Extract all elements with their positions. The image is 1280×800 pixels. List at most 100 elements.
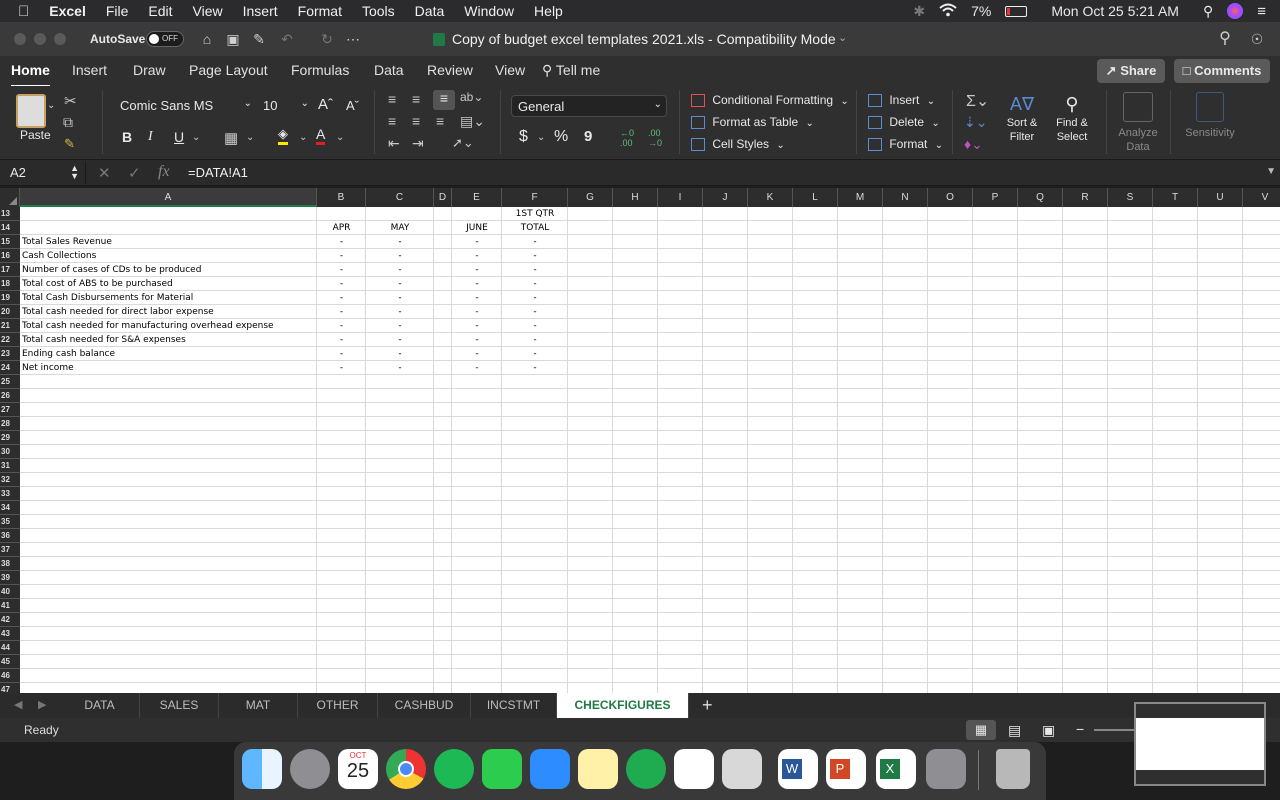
evernote-icon[interactable] — [626, 749, 666, 789]
analyze-data-button[interactable]: Analyze Data — [1114, 92, 1162, 153]
column-header-j[interactable]: J — [703, 188, 748, 207]
word-icon[interactable]: W — [778, 749, 818, 789]
cell-a23[interactable]: Ending cash balance — [22, 347, 315, 361]
paste-label[interactable]: Paste — [20, 128, 51, 142]
paste-icon[interactable] — [16, 94, 46, 128]
search-icon[interactable]: ⚲ — [1216, 30, 1234, 48]
sheet-tab-other[interactable]: OTHER — [298, 693, 378, 718]
cell-e20[interactable]: - — [454, 305, 500, 319]
percent-button[interactable]: % — [554, 128, 568, 146]
trash-icon[interactable] — [996, 749, 1030, 789]
row-header-37[interactable]: 37 — [0, 543, 20, 557]
spreadsheet-grid[interactable]: ABCDEFGHIJKLMNOPQRSTUV 13 14 15 16 17 18 19 20 2… — [0, 188, 1280, 693]
column-header-q[interactable]: Q — [1018, 188, 1063, 207]
siri-icon[interactable] — [1227, 3, 1244, 19]
row-header-34[interactable]: 34 — [0, 501, 20, 515]
cell-c22[interactable]: - — [368, 333, 432, 347]
control-center-icon[interactable]: ≡ — [1257, 3, 1266, 20]
person-search-icon[interactable]: ☉ — [1248, 30, 1266, 48]
menu-help[interactable]: Help — [534, 3, 563, 19]
row-header-44[interactable]: 44 — [0, 641, 20, 655]
cell-f21[interactable]: - — [504, 319, 566, 333]
cell-c15[interactable]: - — [368, 235, 432, 249]
row-header-20[interactable]: 20 — [0, 305, 20, 319]
row-header-28[interactable]: 28 — [0, 417, 20, 431]
save-icon[interactable]: ▣ — [224, 30, 242, 48]
conditional-formatting-button[interactable]: Conditional Formatting ⌄ — [691, 93, 849, 108]
zoom-out-icon[interactable]: − — [1076, 721, 1084, 737]
chevron-down-icon[interactable]: ⌄ — [838, 31, 847, 44]
name-box[interactable]: A2 ▲ ▼ — [0, 162, 86, 184]
tab-page-layout[interactable]: Page Layout — [189, 62, 268, 78]
chevron-down-icon[interactable]: ⌄ — [246, 132, 254, 143]
cell-c23[interactable]: - — [368, 347, 432, 361]
chevron-down-icon[interactable]: ⌄ — [299, 132, 307, 143]
tab-view[interactable]: View — [495, 62, 525, 78]
increase-font-size-icon[interactable]: Aˆ — [318, 96, 333, 113]
align-bottom-icon[interactable]: ≡ — [433, 90, 455, 110]
column-header-b[interactable]: B — [317, 188, 366, 207]
zoom-slider[interactable] — [1094, 729, 1134, 731]
format-cells-button[interactable]: Format ⌄ — [868, 137, 943, 152]
cell-e18[interactable]: - — [454, 277, 500, 291]
cell-f19[interactable]: - — [504, 291, 566, 305]
cell-f13[interactable]: 1ST QTR — [504, 207, 566, 221]
row-header-46[interactable]: 46 — [0, 669, 20, 683]
sheet-tab-checkfigures[interactable]: CHECKFIGURES — [557, 693, 689, 718]
decrease-font-size-icon[interactable]: Aˇ — [346, 98, 359, 113]
tab-draw[interactable]: Draw — [133, 62, 166, 78]
number-format-select[interactable]: General ⌄ — [511, 95, 667, 117]
clear-icon[interactable]: ♦⌄ — [964, 136, 983, 153]
cell-b23[interactable]: - — [319, 347, 364, 361]
close-window-button[interactable] — [14, 33, 26, 45]
cell-b16[interactable]: - — [319, 249, 364, 263]
cell-b15[interactable]: - — [319, 235, 364, 249]
cell-e23[interactable]: - — [454, 347, 500, 361]
row-header-47[interactable]: 47 — [0, 683, 20, 693]
cell-a19[interactable]: Total Cash Disbursements for Material — [22, 291, 315, 305]
formula-input[interactable]: =DATA!A1 — [188, 165, 248, 180]
increase-decimal-icon[interactable]: ←0.00 — [620, 128, 634, 148]
zoom-icon[interactable] — [530, 749, 570, 789]
insert-cells-button[interactable]: Insert ⌄ — [868, 93, 935, 108]
sheet-tab-cashbud[interactable]: CASHBUD — [378, 693, 471, 718]
column-header-i[interactable]: I — [658, 188, 703, 207]
expand-formula-bar-icon[interactable]: ▼ — [1266, 166, 1276, 177]
row-header-33[interactable]: 33 — [0, 487, 20, 501]
cell-e21[interactable]: - — [454, 319, 500, 333]
font-name-select[interactable]: Comic Sans MS ⌄ — [114, 95, 256, 117]
cell-b18[interactable]: - — [319, 277, 364, 291]
row-header-27[interactable]: 27 — [0, 403, 20, 417]
column-header-e[interactable]: E — [452, 188, 502, 207]
column-header-n[interactable]: N — [883, 188, 928, 207]
decrease-decimal-icon[interactable]: .00 →0 — [648, 128, 662, 148]
cell-b21[interactable]: - — [319, 319, 364, 333]
excel-icon[interactable]: X — [876, 749, 916, 789]
menu-view[interactable]: View — [193, 3, 223, 19]
column-header-u[interactable]: U — [1198, 188, 1243, 207]
menu-format[interactable]: Format — [298, 3, 342, 19]
cell-c21[interactable]: - — [368, 319, 432, 333]
merge-center-icon[interactable]: ▤⌄ — [460, 113, 485, 130]
menu-edit[interactable]: Edit — [148, 3, 172, 19]
orientation-icon[interactable]: ➚⌄ — [452, 135, 474, 151]
next-sheet-icon[interactable]: ▶ — [38, 698, 46, 711]
borders-icon[interactable]: ▦ — [224, 129, 238, 147]
cell-f22[interactable]: - — [504, 333, 566, 347]
row-header-41[interactable]: 41 — [0, 599, 20, 613]
cell-b20[interactable]: - — [319, 305, 364, 319]
comments-button[interactable]: □ Comments — [1174, 59, 1270, 83]
chevron-down-icon[interactable]: ⌄ — [192, 132, 200, 143]
system-preferences-icon[interactable] — [926, 749, 966, 789]
cell-c14[interactable]: MAY — [368, 221, 432, 235]
fill-color-icon[interactable]: ◈ — [278, 126, 288, 145]
italic-button[interactable]: I — [148, 129, 153, 145]
find-select-button[interactable]: ⚲ Find & Select — [1050, 94, 1094, 143]
cell-f16[interactable]: - — [504, 249, 566, 263]
calendar-icon[interactable]: OCT 25 — [338, 749, 378, 789]
chrome-icon[interactable] — [386, 749, 426, 789]
row-header-42[interactable]: 42 — [0, 613, 20, 627]
chevron-down-icon[interactable]: ⌄ — [537, 132, 545, 143]
autosum-icon[interactable]: Σ⌄ — [966, 91, 989, 111]
apple-icon[interactable]:  — [18, 3, 29, 20]
